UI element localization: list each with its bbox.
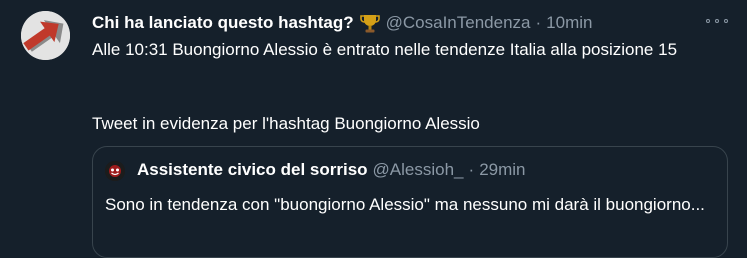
separator-dot: · xyxy=(468,160,475,179)
avatar-image-icon xyxy=(105,161,125,181)
author-name[interactable]: Chi ha lanciato questo hashtag? xyxy=(92,13,354,33)
tweet-header: Chi ha lanciato questo hashtag? @CosaInT… xyxy=(92,12,742,34)
quoted-tweet-header: Assistente civico del sorriso @Alessioh_… xyxy=(137,160,526,180)
quoted-author-handle[interactable]: @Alessioh_ xyxy=(373,160,464,180)
more-dot xyxy=(715,19,719,23)
author-avatar[interactable] xyxy=(21,11,70,60)
quoted-tweet[interactable]: Assistente civico del sorriso @Alessioh_… xyxy=(92,146,728,258)
tweet[interactable]: Chi ha lanciato questo hashtag? @CosaInT… xyxy=(0,0,747,258)
quoted-author-name[interactable]: Assistente civico del sorriso xyxy=(137,160,368,180)
trend-arrow-icon xyxy=(21,11,70,60)
quoted-author-avatar[interactable] xyxy=(105,161,125,181)
timestamp[interactable]: 10min xyxy=(546,13,592,33)
more-icon[interactable] xyxy=(706,14,728,28)
author-handle[interactable]: @CosaInTendenza xyxy=(386,13,531,33)
trophy-icon xyxy=(359,12,381,34)
tweet-text-line2: Tweet in evidenza per l'hashtag Buongior… xyxy=(92,114,480,133)
tweet-text-line1: Alle 10:31 Buongiorno Alessio è entrato … xyxy=(92,40,678,59)
quoted-tweet-text: Sono in tendenza con "buongiorno Alessio… xyxy=(105,195,705,214)
separator-dot: · xyxy=(535,13,542,32)
more-dot xyxy=(724,19,728,23)
more-dot xyxy=(706,19,710,23)
quoted-timestamp[interactable]: 29min xyxy=(479,160,525,180)
tweet-text: Alle 10:31 Buongiorno Alessio è entrato … xyxy=(92,38,732,133)
